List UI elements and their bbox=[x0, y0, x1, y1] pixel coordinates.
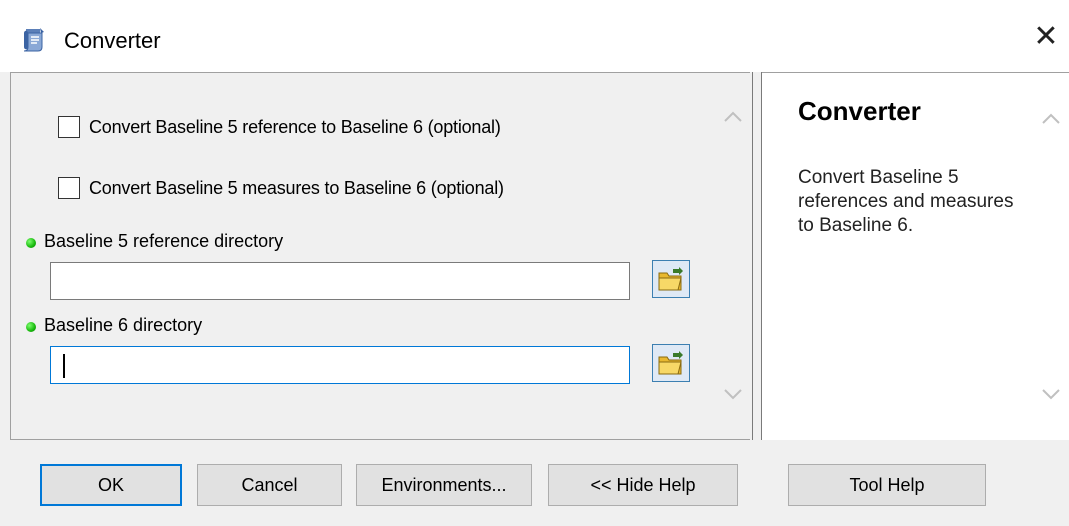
open-folder-icon bbox=[658, 267, 683, 291]
required-indicator-icon bbox=[26, 238, 36, 248]
scroll-down-icon[interactable] bbox=[722, 386, 744, 402]
help-description: Convert Baseline 5 references and measur… bbox=[798, 167, 1014, 236]
help-scroll-down-icon[interactable] bbox=[1040, 386, 1062, 402]
browse-output-button[interactable] bbox=[652, 344, 690, 382]
window-title: Converter bbox=[64, 28, 161, 53]
help-pane bbox=[762, 72, 1069, 440]
tool-help-button[interactable]: Tool Help bbox=[788, 464, 986, 506]
hide-help-button[interactable]: << Hide Help bbox=[548, 464, 738, 506]
convert-measures-label: Convert Baseline 5 measures to Baseline … bbox=[89, 178, 504, 198]
close-button[interactable]: ✕ bbox=[1028, 20, 1064, 56]
convert-reference-label: Convert Baseline 5 reference to Baseline… bbox=[89, 117, 501, 137]
convert-measures-checkbox[interactable] bbox=[58, 177, 80, 199]
environments-button[interactable]: Environments... bbox=[356, 464, 532, 506]
script-tool-icon bbox=[23, 28, 44, 52]
text-caret bbox=[63, 354, 65, 378]
help-scroll-up-icon[interactable] bbox=[1040, 110, 1062, 126]
scroll-up-icon[interactable] bbox=[722, 108, 744, 124]
reference-directory-label: Baseline 5 reference directory bbox=[44, 231, 284, 251]
convert-reference-checkbox[interactable] bbox=[58, 116, 80, 138]
reference-directory-input[interactable] bbox=[50, 262, 630, 300]
pane-splitter[interactable] bbox=[752, 72, 762, 440]
output-directory-label: Baseline 6 directory bbox=[44, 315, 203, 335]
output-directory-input[interactable] bbox=[50, 346, 630, 384]
title-bar: Converter ✕ bbox=[0, 0, 1069, 72]
required-indicator-icon bbox=[26, 322, 36, 332]
cancel-button[interactable]: Cancel bbox=[197, 464, 342, 506]
close-icon: ✕ bbox=[1033, 20, 1059, 53]
help-title: Converter bbox=[798, 96, 921, 126]
ok-button[interactable]: OK bbox=[40, 464, 182, 506]
open-folder-icon bbox=[658, 351, 683, 375]
browse-reference-button[interactable] bbox=[652, 260, 690, 298]
